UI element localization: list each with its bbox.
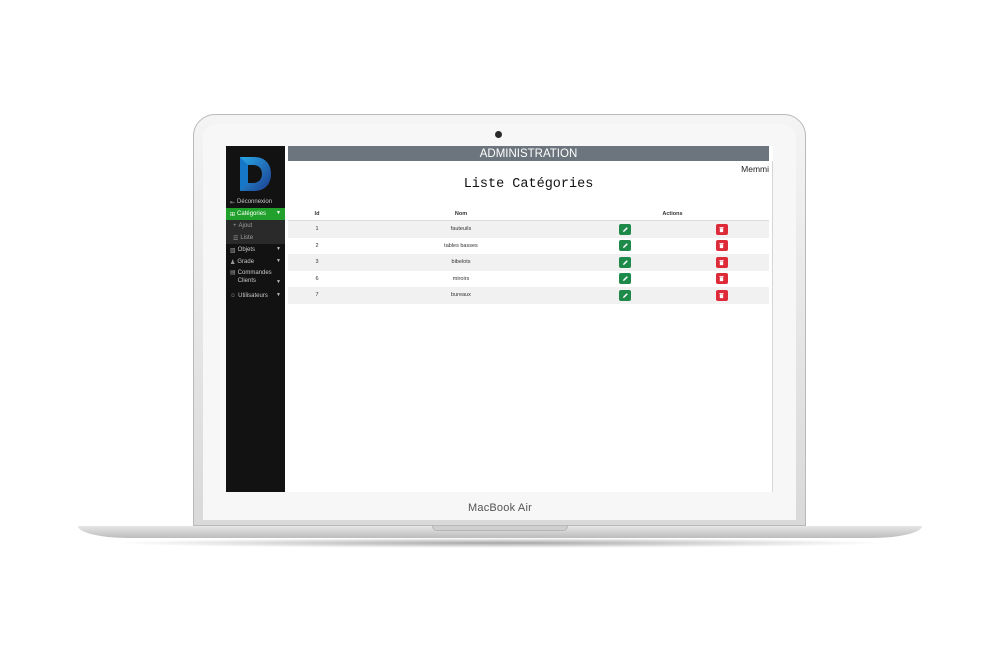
sidebar-nav: ⇤ Déconnexion ⊞ Catégories ▼ + Ajout ☰ L… <box>226 196 285 302</box>
column-header-actions: Actions <box>662 210 683 217</box>
edit-button[interactable] <box>619 240 631 252</box>
table-row: 3 bibelots <box>288 254 769 271</box>
cell-delete <box>674 240 769 252</box>
cell-edit <box>576 223 674 235</box>
cell-id: 7 <box>315 292 319 299</box>
screen: ⇤ Déconnexion ⊞ Catégories ▼ + Ajout ☰ L… <box>226 146 773 492</box>
cell-nom: bibelots <box>451 259 471 266</box>
laptop-mockup: MacBook Air ⇤ Déconnexion ⊞ Catégories ▼… <box>0 0 1000 667</box>
user-tie-icon: ♟ <box>230 259 236 266</box>
pencil-icon <box>622 259 628 265</box>
cell-delete <box>674 273 769 285</box>
trash-icon <box>719 292 724 298</box>
delete-button[interactable] <box>715 240 728 252</box>
sidebar-item-label: Déconnexion <box>237 199 273 205</box>
list-icon: ☰ <box>233 235 239 242</box>
trash-icon <box>719 259 724 265</box>
sidebar-item-label: Grade <box>237 259 255 265</box>
scrollbar[interactable] <box>772 161 773 492</box>
table-row: 7 bureaux <box>288 287 769 304</box>
delete-button[interactable] <box>715 223 728 235</box>
cell-nom: fauteuils <box>450 226 472 233</box>
cart-icon: ▤ <box>230 270 236 276</box>
cell-nom: bureaux <box>451 292 471 299</box>
plus-square-icon: ⊞ <box>230 211 236 218</box>
caret-down-icon: ▼ <box>276 210 281 216</box>
sidebar-subitem-ajout[interactable]: + Ajout <box>226 220 285 232</box>
cell-edit <box>576 289 674 301</box>
edit-button[interactable] <box>619 223 631 235</box>
objects-icon: ▧ <box>230 247 236 254</box>
sidebar-item-grade[interactable]: ♟ Grade ▼ <box>226 256 285 268</box>
sidebar-item-utilisateurs[interactable]: ☺ Utilisateurs ▼ <box>226 290 285 302</box>
sidebar-subitem-liste[interactable]: ☰ Liste <box>226 232 285 244</box>
cell-edit <box>576 256 674 268</box>
pencil-icon <box>622 292 628 298</box>
laptop-shadow <box>110 538 890 548</box>
caret-down-icon: ▼ <box>276 258 281 264</box>
table-header: Id Nom Actions <box>288 207 769 221</box>
sidebar-item-label: Catégories <box>237 211 267 217</box>
camera-icon <box>495 131 502 138</box>
device-label: MacBook Air <box>468 502 532 514</box>
delete-button[interactable] <box>715 273 728 285</box>
trash-icon <box>719 276 724 282</box>
cell-edit <box>576 240 674 252</box>
sidebar-item-label: Objets <box>237 247 256 253</box>
sidebar-item-categories[interactable]: ⊞ Catégories ▼ <box>226 208 285 220</box>
cell-id: 6 <box>315 275 319 282</box>
users-icon: ☺ <box>230 293 237 299</box>
delete-button[interactable] <box>715 256 728 268</box>
table-row: 2 tables basses <box>288 238 769 255</box>
edit-button[interactable] <box>619 256 631 268</box>
user-name: Memmi <box>741 164 769 174</box>
plus-icon: + <box>233 223 237 229</box>
sidebar-item-objets[interactable]: ▧ Objets ▼ <box>226 244 285 256</box>
main-content: ADMINISTRATION Memmi Liste Catégories Id… <box>288 146 773 492</box>
sidebar-item-label: Ajout <box>238 223 253 229</box>
sidebar: ⇤ Déconnexion ⊞ Catégories ▼ + Ajout ☰ L… <box>226 146 285 492</box>
logo-icon <box>240 157 271 191</box>
header-bar: ADMINISTRATION <box>288 146 769 161</box>
edit-button[interactable] <box>619 273 631 285</box>
column-header-id: Id <box>314 210 320 217</box>
sign-out-icon: ⇤ <box>230 199 236 206</box>
sidebar-item-label: Liste <box>240 235 254 241</box>
pencil-icon <box>622 243 628 249</box>
table-row: 1 fauteuils <box>288 221 769 238</box>
cell-id: 2 <box>315 242 319 249</box>
sidebar-item-deconnexion[interactable]: ⇤ Déconnexion <box>226 196 285 208</box>
cell-edit <box>576 273 674 285</box>
cell-id: 1 <box>315 226 319 233</box>
caret-down-icon: ▼ <box>276 292 281 298</box>
cell-nom: tables basses <box>444 242 478 249</box>
pencil-icon <box>622 276 628 282</box>
pencil-icon <box>622 226 628 232</box>
sidebar-item-label: Utilisateurs <box>238 293 268 299</box>
column-header-nom: Nom <box>454 210 468 217</box>
delete-button[interactable] <box>715 289 728 301</box>
cell-delete <box>674 289 769 301</box>
laptop-notch <box>432 526 568 531</box>
caret-down-icon: ▼ <box>276 279 281 285</box>
cell-delete <box>674 223 769 235</box>
table-row: 6 miroirs <box>288 271 769 288</box>
cell-nom: miroirs <box>452 275 470 282</box>
cell-delete <box>674 256 769 268</box>
sidebar-item-commandes-clients[interactable]: ▤ Commandes Clients ▼ <box>226 268 285 290</box>
sidebar-submenu-categories: + Ajout ☰ Liste <box>226 220 285 244</box>
caret-down-icon: ▼ <box>276 246 281 252</box>
trash-icon <box>719 243 724 249</box>
page-title: Liste Catégories <box>463 177 594 192</box>
trash-icon <box>719 226 724 232</box>
categories-table: Id Nom Actions 1 fauteuils 2 tables bass… <box>288 207 769 304</box>
edit-button[interactable] <box>619 289 631 301</box>
cell-id: 3 <box>315 259 319 266</box>
table-body: 1 fauteuils 2 tables basses 3 bibelots 6… <box>288 221 769 304</box>
